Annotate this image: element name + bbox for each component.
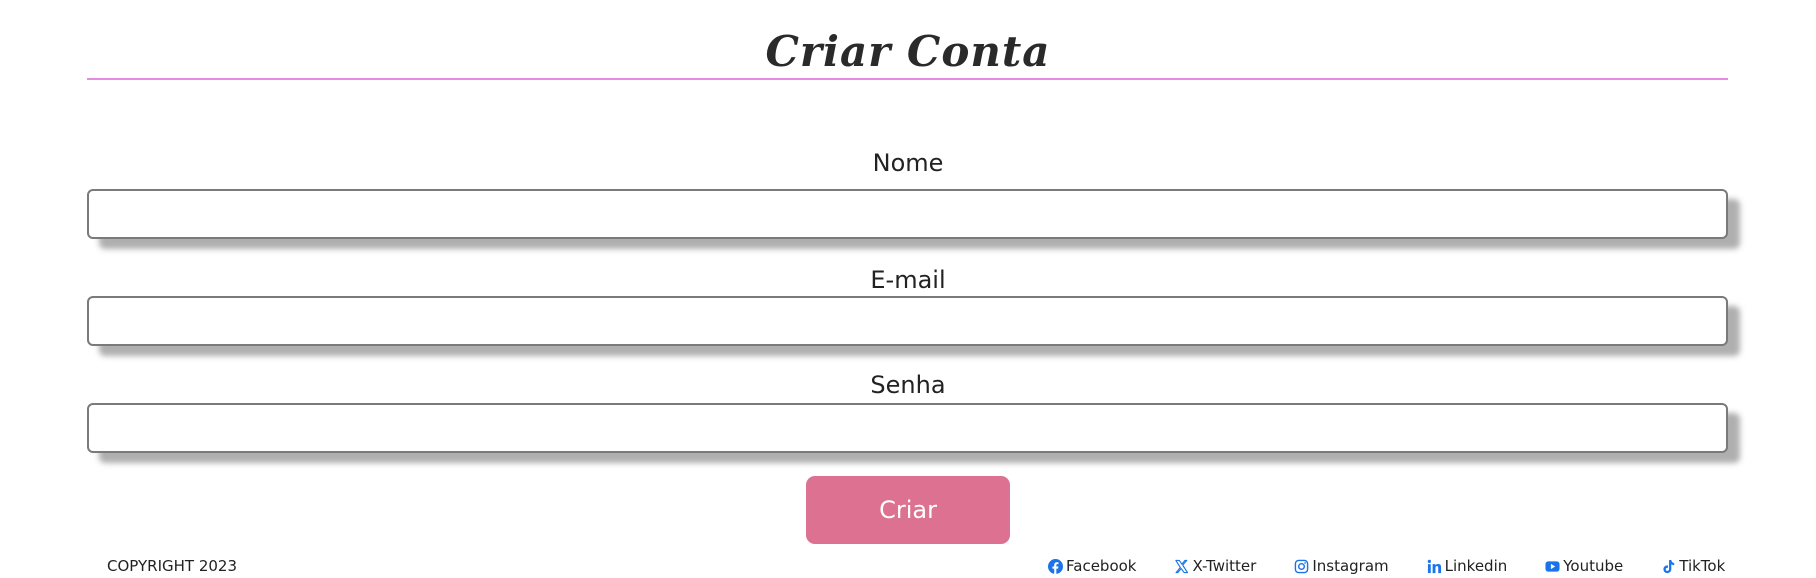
password-input[interactable]: [87, 403, 1728, 453]
social-link-tiktok[interactable]: TikTok: [1661, 556, 1725, 576]
title-divider: [87, 78, 1728, 80]
email-input[interactable]: [87, 296, 1728, 346]
social-link-facebook[interactable]: Facebook: [1048, 556, 1136, 576]
social-links: Facebook X-Twitter Instagram Linkedin Yo…: [1048, 556, 1725, 576]
social-link-x-twitter[interactable]: X-Twitter: [1174, 556, 1256, 576]
x-twitter-icon: [1174, 559, 1189, 574]
linkedin-icon: [1427, 559, 1442, 574]
social-link-label: X-Twitter: [1192, 557, 1257, 575]
name-label: Nome: [872, 149, 944, 177]
create-account-button[interactable]: Criar: [806, 476, 1010, 544]
name-input[interactable]: [87, 189, 1728, 239]
create-account-page: Criar Conta Nome E-mail Senha Criar COPY…: [0, 0, 1816, 578]
social-link-label: Facebook: [1066, 557, 1137, 575]
social-link-youtube[interactable]: Youtube: [1545, 556, 1623, 576]
social-link-label: Linkedin: [1444, 557, 1508, 575]
page-title: Criar Conta: [765, 27, 1051, 76]
instagram-icon: [1294, 559, 1309, 574]
social-link-label: Youtube: [1563, 557, 1624, 575]
social-link-label: Instagram: [1312, 557, 1389, 575]
social-link-instagram[interactable]: Instagram: [1294, 556, 1389, 576]
social-link-label: TikTok: [1679, 557, 1726, 575]
password-label: Senha: [870, 371, 946, 399]
youtube-icon: [1545, 559, 1560, 574]
copyright-text: COPYRIGHT 2023: [107, 557, 238, 575]
facebook-icon: [1048, 558, 1063, 574]
tiktok-icon: [1661, 559, 1676, 574]
email-label: E-mail: [870, 266, 946, 294]
social-link-linkedin[interactable]: Linkedin: [1427, 556, 1508, 576]
